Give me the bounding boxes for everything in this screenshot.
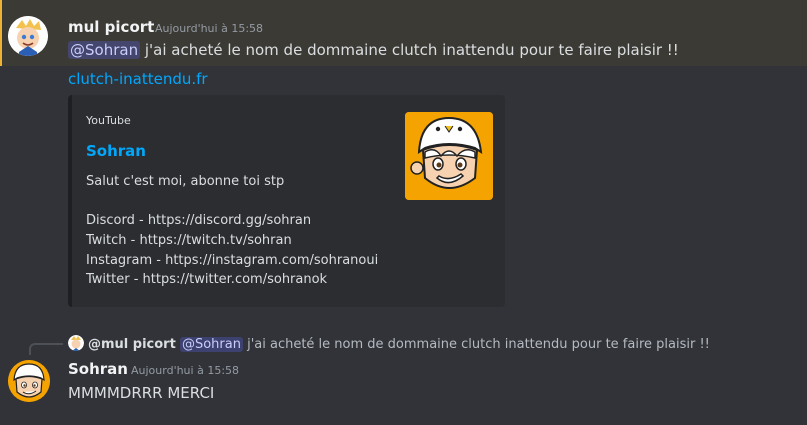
message-author[interactable]: mul picort — [68, 18, 154, 36]
reply-avatar — [68, 335, 84, 351]
embed-description-line: Discord - https://discord.gg/sohran — [86, 213, 312, 228]
message-content: @Sohran j'ai acheté le nom de dommaine c… — [68, 41, 679, 59]
message-timestamp: Aujourd'hui à 15:58 — [131, 364, 240, 377]
reply-spine — [29, 343, 63, 355]
mention-highlight-bar — [0, 0, 2, 66]
reply-preview[interactable]: @mul picort @Sohran j'ai acheté le nom d… — [68, 335, 710, 352]
avatar-mul-picort[interactable] — [8, 16, 48, 56]
embed-thumbnail[interactable] — [405, 112, 493, 200]
user-mention[interactable]: @Sohran — [68, 41, 141, 59]
avatar-sohran[interactable] — [8, 360, 50, 402]
message-text: j'ai acheté le nom de dommaine clutch in… — [140, 41, 679, 59]
embed-description-line: Salut c'est moi, abonne toi stp — [86, 174, 285, 189]
embed-description-line: Twitch - https://twitch.tv/sohran — [86, 233, 292, 248]
message-link[interactable]: clutch-inattendu.fr — [68, 70, 208, 88]
message-timestamp: Aujourd'hui à 15:58 — [155, 22, 264, 35]
message-author[interactable]: Sohran — [68, 360, 128, 378]
reply-user-mention[interactable]: @Sohran — [179, 337, 243, 352]
embed-title[interactable]: Sohran — [86, 142, 146, 160]
message-text: MMMMDRRR MERCI — [68, 384, 215, 402]
reply-text: j'ai acheté le nom de dommaine clutch in… — [242, 337, 710, 352]
youtube-embed: YouTube Sohran Salut c'est moi, abonne t… — [68, 95, 505, 307]
embed-description-line: Twitter - https://twitter.com/sohranok — [86, 272, 328, 287]
embed-description-line: Instagram - https://instagram.com/sohran… — [86, 253, 379, 268]
embed-provider: YouTube — [86, 114, 131, 127]
reply-author[interactable]: @mul picort — [88, 337, 176, 352]
